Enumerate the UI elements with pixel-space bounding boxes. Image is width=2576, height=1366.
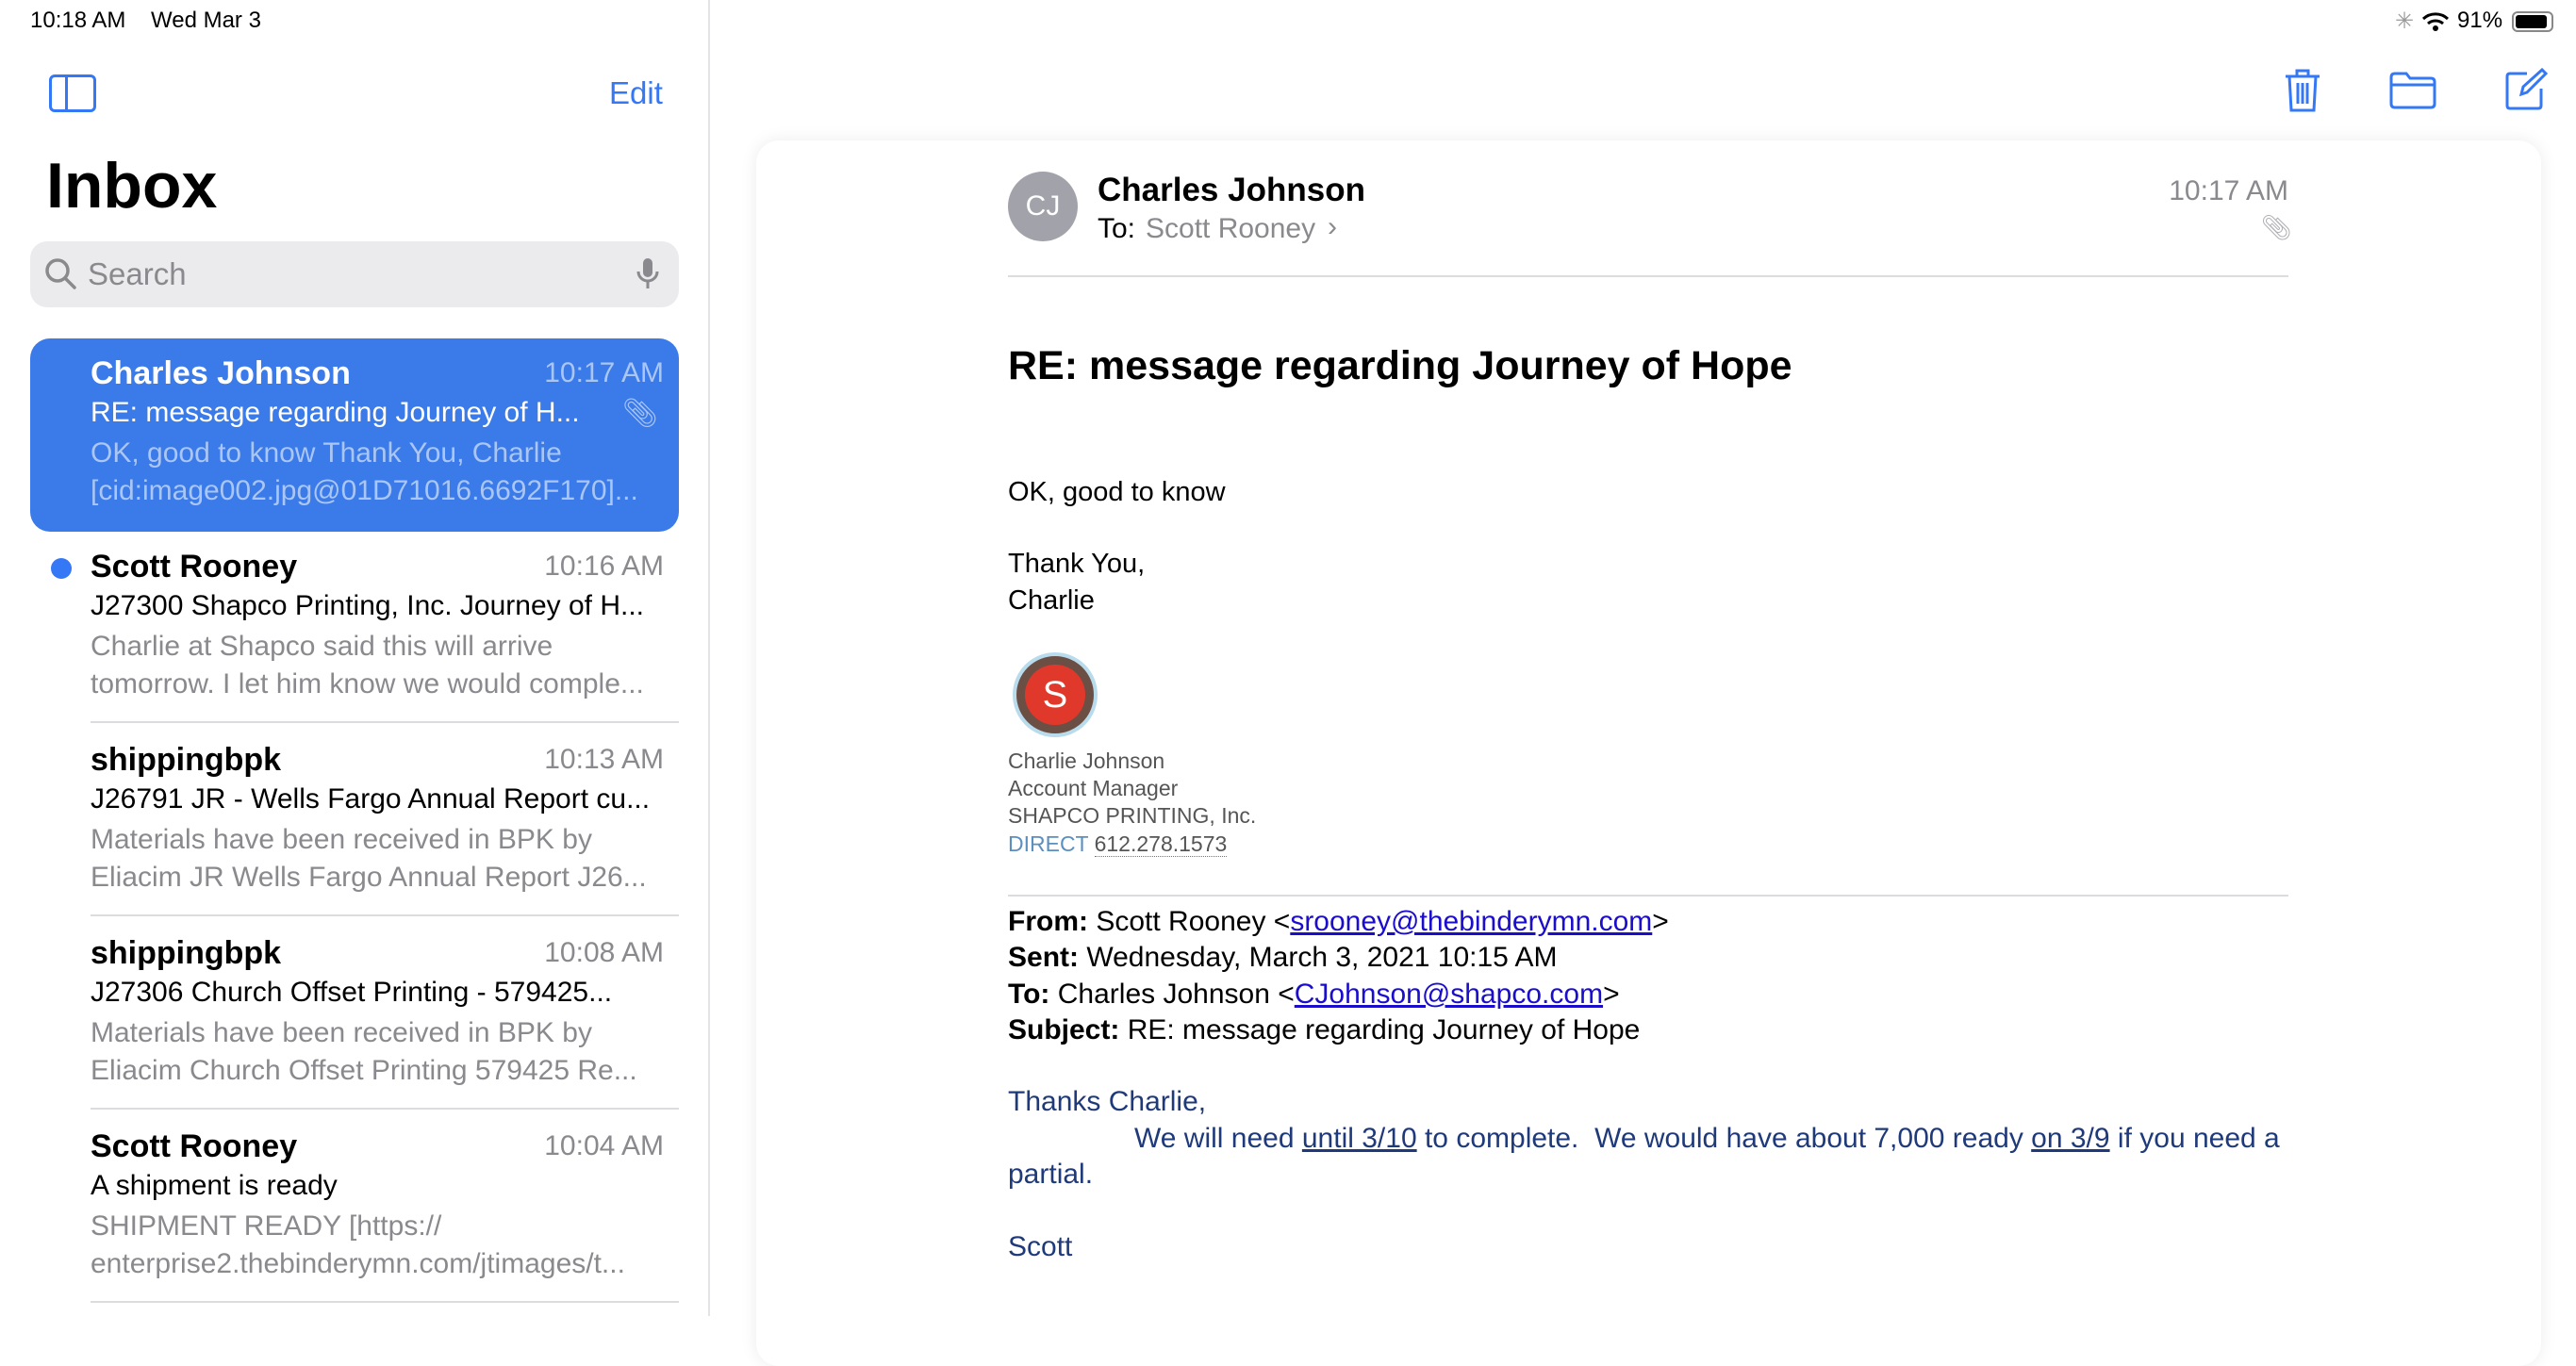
to-label: To: <box>1098 213 1136 244</box>
search-icon <box>45 258 76 289</box>
from-label: From: <box>1008 906 1088 937</box>
time: 10:08 AM <box>544 937 664 968</box>
from-email-link[interactable]: srooney@thebinderymn.com <box>1290 906 1652 937</box>
text: if you need a <box>2109 1123 2280 1154</box>
preview: Eliacim Church Offset Printing 579425 Re… <box>91 1055 637 1086</box>
trash-icon[interactable] <box>2284 68 2321 113</box>
message-list-item[interactable]: Scott Rooney 10:04 AM A shipment is read… <box>30 1111 679 1305</box>
wifi-icon <box>2421 12 2450 31</box>
time: 10:16 AM <box>544 551 664 582</box>
mailbox-sidebar: 10:18 AM Wed Mar 3 Edit Inbox Search Cha… <box>0 0 710 1316</box>
divider <box>91 721 679 723</box>
subject: A shipment is ready <box>91 1170 338 1201</box>
subject: J27300 Shapco Printing, Inc. Journey of … <box>91 590 645 621</box>
signature-company: SHAPCO PRINTING, Inc. <box>1008 803 1257 828</box>
time: 10:17 AM <box>544 357 664 388</box>
logo-letter: S <box>1025 665 1085 725</box>
sender: Charles Johnson <box>91 355 351 391</box>
to-label: To: <box>1008 979 1050 1010</box>
activity-icon: ✳︎ <box>2395 8 2415 34</box>
sender: Scott Rooney <box>91 1128 298 1164</box>
microphone-icon[interactable] <box>636 256 660 294</box>
battery-icon <box>2512 11 2553 32</box>
subject: J26791 JR - Wells Fargo Annual Report cu… <box>91 783 651 815</box>
preview: Charlie at Shapco said this will arrive <box>91 631 553 662</box>
preview: OK, good to know Thank You, Charlie <box>91 437 562 469</box>
subject: RE: message regarding Journey of H... <box>91 397 580 428</box>
page-title: Inbox <box>46 150 218 222</box>
time: 10:04 AM <box>544 1130 664 1161</box>
phone-link[interactable]: 612.278.1573 <box>1094 831 1228 857</box>
divider <box>1008 275 2288 277</box>
sidebar-toggle-icon[interactable] <box>49 74 96 112</box>
unread-dot-icon <box>51 558 72 579</box>
sender: shippingbpk <box>91 742 282 778</box>
date-link[interactable]: on 3/9 <box>2031 1123 2109 1154</box>
battery-percent: 91% <box>2457 8 2503 33</box>
quoted-greeting: Thanks Charlie, <box>1008 1086 1207 1117</box>
to-name: Charles Johnson < <box>1057 979 1295 1010</box>
chevron-right-icon[interactable]: › <box>1328 211 1337 243</box>
sender: shippingbpk <box>91 935 282 971</box>
divider <box>91 1301 679 1303</box>
quoted-subject: RE: message regarding Journey of Hope <box>1127 1014 1641 1045</box>
recipient[interactable]: Scott Rooney <box>1146 213 1315 245</box>
sender-name[interactable]: Charles Johnson <box>1098 172 1365 209</box>
folder-icon[interactable] <box>2389 72 2436 109</box>
preview: Materials have been received in BPK by <box>91 824 592 855</box>
status-date: Wed Mar 3 <box>151 8 261 33</box>
compose-icon[interactable] <box>2504 68 2548 111</box>
text: We will need <box>1134 1123 1302 1154</box>
signature-name: Charlie Johnson <box>1008 749 1165 773</box>
sent-date: Wednesday, March 3, 2021 10:15 AM <box>1086 942 1558 973</box>
bracket: > <box>1652 906 1669 937</box>
signature-title: Account Manager <box>1008 776 1179 800</box>
body-line: Charlie <box>1008 585 1095 616</box>
search-input[interactable]: Search <box>30 241 679 307</box>
direct-label: DIRECT <box>1008 831 1089 856</box>
preview: Materials have been received in BPK by <box>91 1017 592 1048</box>
divider <box>1008 895 2288 897</box>
message-list-item[interactable]: Charles Johnson 10:17 AM RE: message reg… <box>30 338 679 532</box>
subject: J27306 Church Offset Printing - 579425..… <box>91 977 613 1008</box>
bracket: > <box>1603 979 1620 1010</box>
message-list-item[interactable]: Scott Rooney 10:16 AM J27300 Shapco Prin… <box>30 532 679 725</box>
body-line: Thank You, <box>1008 549 1146 579</box>
preview: enterprise2.thebinderymn.com/jtimages/t.… <box>91 1248 625 1279</box>
divider <box>91 1108 679 1110</box>
preview: tomorrow. I let him know we would comple… <box>91 668 644 699</box>
text: partial. <box>1008 1159 1094 1190</box>
message-time: 10:17 AM <box>2169 175 2288 206</box>
status-time: 10:18 AM <box>30 8 126 33</box>
preview: [cid:image002.jpg@01D71016.6692F170]... <box>91 475 638 506</box>
date-link[interactable]: until 3/10 <box>1302 1123 1417 1154</box>
subject-label: Subject: <box>1008 1014 1120 1045</box>
time: 10:13 AM <box>544 744 664 775</box>
divider <box>91 914 679 916</box>
edit-button[interactable]: Edit <box>609 75 663 111</box>
message-subject: RE: message regarding Journey of Hope <box>1008 343 1792 388</box>
message-list-item[interactable]: shippingbpk 10:13 AM J26791 JR - Wells F… <box>30 725 679 918</box>
preview: Eliacim JR Wells Fargo Annual Report J26… <box>91 862 647 893</box>
preview: SHIPMENT READY [https:// <box>91 1210 442 1242</box>
message-list-item[interactable]: shippingbpk 10:08 AM J27306 Church Offse… <box>30 918 679 1111</box>
avatar[interactable]: CJ <box>1008 172 1078 241</box>
paperclip-icon: 📎︎ <box>621 398 658 429</box>
sent-label: Sent: <box>1008 942 1079 973</box>
from-name: Scott Rooney < <box>1096 906 1291 937</box>
to-email-link[interactable]: CJohnson@shapco.com <box>1295 979 1603 1010</box>
text: to complete. We would have about 7,000 r… <box>1416 1123 2032 1154</box>
shapco-logo: S <box>1013 652 1098 737</box>
paperclip-icon: 📎︎ <box>2261 213 2293 241</box>
quoted-signoff: Scott <box>1008 1231 1073 1262</box>
sender: Scott Rooney <box>91 549 298 584</box>
body-line: OK, good to know <box>1008 477 1226 507</box>
search-placeholder: Search <box>88 256 187 291</box>
